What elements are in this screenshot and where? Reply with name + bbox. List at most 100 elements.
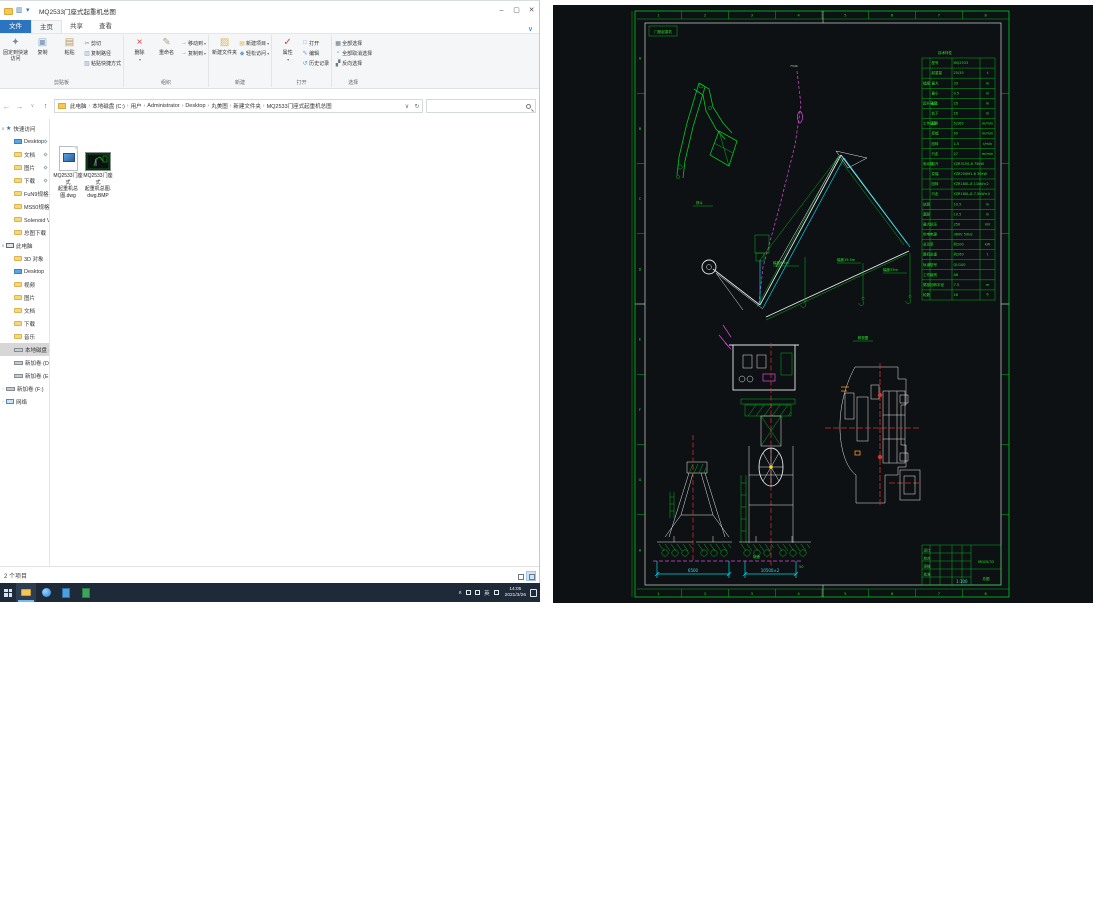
search-box[interactable] — [426, 99, 536, 113]
table-cell: MQ2533 — [954, 61, 969, 65]
breadcrumb-segment[interactable]: 新建文件夹 — [232, 102, 262, 110]
properties-button[interactable]: ✓属性▾ — [274, 35, 301, 62]
sidebar-item[interactable]: MS50规格技术资料 — [0, 200, 49, 213]
tab-home[interactable]: 主页 — [31, 20, 62, 33]
table-cell: 回转 — [932, 181, 940, 186]
start-button[interactable] — [0, 583, 16, 602]
sidebar-item[interactable]: 下载 — [0, 174, 49, 187]
maximize-button[interactable]: ▢ — [509, 4, 524, 18]
zone-letter: B — [639, 127, 642, 131]
delete-button[interactable]: ×删除▾ — [126, 35, 153, 62]
refresh-icon[interactable]: ↻ — [412, 103, 422, 110]
tab-view[interactable]: 查看 — [91, 20, 120, 33]
sidebar-section-1[interactable]: ∨此电脑 — [0, 239, 49, 252]
zone-number-top: 6 — [891, 14, 893, 18]
move-to-button[interactable]: →移动到▾ — [180, 38, 206, 48]
notes-app-taskbar-button[interactable] — [76, 583, 96, 602]
ime-indicator[interactable]: 英 — [484, 589, 490, 597]
breadcrumb-bar[interactable]: 此电脑›本地磁盘 (C:)›用户›Administrator›Desktop›丸… — [54, 99, 423, 113]
cut-button[interactable]: ✂剪切 — [83, 38, 121, 48]
network-tray-icon[interactable] — [475, 590, 480, 595]
copy-path-button[interactable]: ▥复制路径 — [83, 48, 121, 58]
file-list-pane[interactable]: MQ2533门座式起重机总图.dwgMQ2533门座式起重机总图.dwg.BMP — [50, 119, 539, 566]
action-center-icon[interactable] — [530, 589, 537, 597]
details-view-icon[interactable] — [515, 571, 525, 581]
search-input[interactable] — [427, 103, 526, 109]
up-icon[interactable]: ↑ — [39, 103, 52, 110]
recent-locations-icon[interactable]: ∨ — [26, 103, 39, 109]
tab-share[interactable]: 共享 — [62, 20, 91, 33]
rename-button[interactable]: ✎重命名 — [153, 35, 180, 57]
table-cell: 起升 — [932, 161, 940, 166]
pin-button[interactable]: ✦固定到快速访问 — [2, 35, 29, 62]
edit-button[interactable]: ✎编辑 — [301, 48, 329, 58]
sidebar-item[interactable]: 视频 — [0, 278, 49, 291]
sidebar-section-0[interactable]: ∨★快速访问 — [0, 122, 49, 135]
taskbar-clock[interactable]: 14:05 2021/3/26 — [505, 587, 526, 598]
forward-icon[interactable]: → — [13, 102, 26, 111]
display-tray-icon[interactable] — [466, 590, 471, 595]
paste-button[interactable]: ▤粘贴 — [56, 35, 83, 57]
sidebar-item[interactable]: 本地磁盘 (C:) — [0, 343, 49, 356]
address-dropdown-icon[interactable]: ∨ — [402, 103, 412, 110]
sidebar-item[interactable]: 下载 — [0, 317, 49, 330]
sidebar-item[interactable]: 新加卷 (D:) — [0, 356, 49, 369]
breadcrumb-segment[interactable]: 丸美图 — [210, 102, 229, 110]
table-cell: m — [986, 81, 990, 85]
ribbon-expand-icon[interactable]: ∨ — [528, 25, 533, 33]
select-none-button[interactable]: ▫全部取消选择 — [334, 48, 372, 58]
volume-tray-icon[interactable] — [494, 590, 499, 595]
table-cell: YZR180L-8 11kW×2 — [954, 182, 989, 186]
breadcrumb-segment[interactable]: Administrator — [146, 103, 180, 109]
sidebar-item[interactable]: Desktop — [0, 135, 49, 148]
sidebar-item[interactable]: 图片 — [0, 161, 49, 174]
minimize-button[interactable]: – — [494, 4, 509, 18]
table-cell: 33 — [954, 81, 958, 85]
breadcrumb-segment[interactable]: Desktop — [184, 103, 206, 109]
breadcrumb-segment[interactable]: 用户 — [130, 102, 143, 110]
breadcrumb-segment[interactable]: 本地磁盘 (C:) — [91, 102, 126, 110]
grab-bucket-detail: 抓斗 — [676, 83, 737, 206]
network-icon — [6, 399, 14, 404]
file-item-bmp[interactable]: MQ2533门座式起重机总图.dwg.BMP — [82, 127, 114, 199]
large-icons-view-icon[interactable] — [526, 571, 536, 581]
sidebar-section-2[interactable]: ›新加卷 (F:) — [0, 382, 49, 395]
new-folder-button[interactable]: ▨新建文件夹 — [211, 35, 238, 57]
open-button[interactable]: □打开 — [301, 38, 329, 48]
quick-access-toolbar-icon[interactable]: ▥ — [16, 7, 24, 15]
select-all-button[interactable]: ▦全部选择 — [334, 38, 372, 48]
copy-to-button[interactable]: →复制到▾ — [180, 48, 206, 58]
breadcrumb-segment[interactable]: 此电脑 — [69, 102, 88, 110]
easy-access-button[interactable]: ◆轻松访问▾ — [238, 48, 269, 58]
new-item-button[interactable]: ▤新建项目▾ — [238, 38, 269, 48]
invert-selection-button[interactable]: ▞反向选择 — [334, 58, 372, 68]
file-explorer-taskbar-button[interactable] — [16, 583, 36, 602]
ribbon: ✦固定到快速访问▣复制▤粘贴✂剪切▥复制路径▧粘贴快捷方式剪贴板×删除▾✎重命名… — [0, 34, 539, 89]
back-icon[interactable]: ← — [0, 102, 13, 111]
paste-shortcut-button[interactable]: ▧粘贴快捷方式 — [83, 58, 121, 68]
breadcrumb-segment[interactable]: MQ2533门座式起重机总图 — [266, 102, 333, 110]
cad-app-taskbar-button[interactable] — [56, 583, 76, 602]
sidebar-section-3[interactable]: ›网络 — [0, 395, 49, 408]
status-bar: 2 个项目 — [0, 566, 539, 584]
sidebar-item[interactable]: 图片 — [0, 291, 49, 304]
file-item-dwg[interactable]: MQ2533门座式起重机总图.dwg — [52, 127, 84, 199]
copy-button[interactable]: ▣复制 — [29, 35, 56, 57]
sidebar-item[interactable]: Solenoid Valve阀 — [0, 213, 49, 226]
sidebar-item[interactable]: 音乐 — [0, 330, 49, 343]
drive-icon — [14, 374, 23, 378]
history-button[interactable]: ↺历史记录 — [301, 58, 329, 68]
tray-expand-icon[interactable]: ∧ — [458, 590, 462, 596]
close-button[interactable]: ✕ — [524, 4, 539, 18]
browser-taskbar-button[interactable] — [36, 583, 56, 602]
sidebar-item[interactable]: FuN9规格技术资料 — [0, 187, 49, 200]
quick-access-customize-icon[interactable]: ▾ — [26, 7, 34, 15]
sidebar-item[interactable]: 3D 对象 — [0, 252, 49, 265]
tab-file[interactable]: 文件 — [0, 20, 31, 33]
sidebar-item[interactable]: 文档 — [0, 148, 49, 161]
ribbon-group-label: 选择 — [334, 79, 372, 88]
sidebar-item[interactable]: Desktop — [0, 265, 49, 278]
sidebar-item[interactable]: 文档 — [0, 304, 49, 317]
sidebar-item[interactable]: 新加卷 (E:) — [0, 369, 49, 382]
sidebar-item[interactable]: 总图下载 — [0, 226, 49, 239]
